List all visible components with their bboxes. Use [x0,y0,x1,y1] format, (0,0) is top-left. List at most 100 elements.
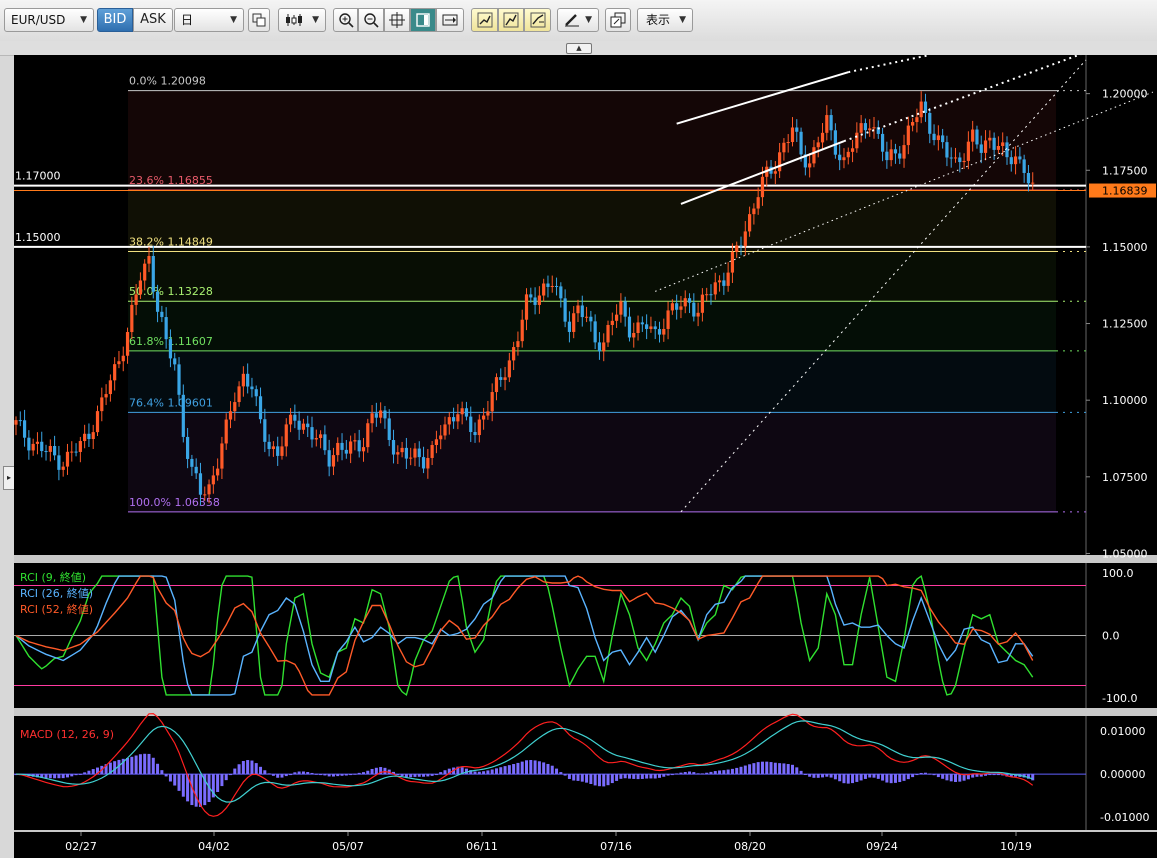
candle-body [632,332,636,338]
macd-histogram-bar [555,768,559,775]
zoom-in-button[interactable] [333,8,358,32]
candle-body [760,176,765,198]
candle-body [198,473,203,495]
date-tick-label: 10/19 [1000,840,1032,853]
macd-histogram-bar [134,755,138,775]
period-select[interactable]: 日 ▼ [174,8,244,32]
price-tick-label: 1.15000 [1102,241,1148,254]
price-tick-label: 1.17500 [1102,164,1148,177]
candle-body [130,304,134,333]
candle-body [683,298,687,307]
candle-body [53,446,57,456]
macd-histogram-bar [842,774,846,784]
candle-body [490,392,494,412]
macd-histogram-bar [615,774,619,781]
macd-histogram-bar [181,774,185,797]
pane-splitter[interactable]: ▲ [0,41,1157,56]
candle-body [812,147,816,164]
candle-body [979,144,983,153]
candle-body [151,256,155,292]
macd-histogram-bar [499,767,503,775]
scroll-end-button[interactable] [436,8,464,32]
macd-histogram-bar [846,774,850,784]
candle-body [87,433,91,440]
macd-histogram-bar [679,772,683,775]
candle-body [147,256,151,264]
macd-histogram-bar [696,773,700,775]
candle-body [357,440,361,452]
candle-body [537,295,541,305]
macd-histogram-bar [241,761,245,775]
display-menu[interactable]: 表示 ▼ [637,8,693,32]
macd-histogram-bar [589,774,593,784]
candle-body [846,151,850,158]
macd-histogram-bar [658,774,661,778]
macd-histogram-bar [778,763,782,775]
macd-histogram-bar [576,774,580,781]
zoom-out-button[interactable] [358,8,384,32]
pen-select[interactable]: ▼ [557,8,599,32]
candle-body [893,149,898,154]
candle-body [409,457,413,459]
candle-body [155,291,160,312]
macd-histogram-bar [911,774,915,778]
candle-body [387,418,391,441]
fit-icon [389,12,405,28]
macd-histogram-bar [91,769,95,775]
macd-histogram-bar [580,774,584,782]
fit-button[interactable] [384,8,410,32]
macd-histogram-bar [585,774,589,783]
macd-histogram-bar [143,753,147,775]
candle-body [340,442,344,450]
candle-body [868,128,872,131]
candle-body [95,411,100,433]
window-button[interactable] [410,8,436,32]
candle-body [576,305,580,314]
macd-histogram-bar [194,774,198,807]
candle-body [700,294,704,313]
candle-body [400,447,404,453]
candle-body [207,484,211,495]
candle-body [250,386,254,390]
candle-body [263,419,267,442]
candle-body [859,123,863,133]
date-tick-label: 06/11 [466,840,498,853]
macd-histogram-bar [426,774,430,777]
macd-histogram-bar [537,761,541,775]
candle-body [610,320,614,325]
macd-histogram-bar [649,774,653,779]
channel-button[interactable] [498,8,524,32]
candle-body [885,151,889,161]
fibonacci-button[interactable] [524,8,551,32]
candle-body [983,140,988,153]
candle-body [203,494,207,496]
candle-body [499,377,503,380]
candle-body [160,311,164,318]
macd-histogram-bar [782,763,786,775]
macd-histogram-bar [349,774,353,776]
collapse-handle[interactable]: ▲ [566,43,592,54]
macd-histogram-bar [400,774,404,777]
macd-histogram-bar [44,774,48,779]
date-tick-label: 08/20 [734,840,766,853]
trendline-button[interactable] [471,8,498,32]
macd-histogram-bar [366,770,370,775]
macd-histogram-bar [259,766,263,775]
candle-body [958,157,962,163]
price-tick-label: 1.12500 [1102,318,1148,331]
export-button[interactable] [605,8,631,32]
macd-histogram-bar [623,774,627,779]
macd-histogram-bar [713,771,717,775]
candle-body [670,303,674,311]
macd-histogram-bar [859,774,863,781]
symbol-select[interactable]: EUR/USD ▼ [4,8,94,32]
trendline-icon [477,12,492,28]
chevron-down-icon: ▼ [585,15,592,25]
macd-histogram-bar [57,774,61,779]
ask-button[interactable]: ASK [133,8,173,32]
chart-type-select[interactable]: ▼ [278,8,326,32]
candle-body [975,129,979,145]
copy-button[interactable] [248,8,270,32]
candle-body [22,420,27,438]
bid-button[interactable]: BID [97,8,133,32]
